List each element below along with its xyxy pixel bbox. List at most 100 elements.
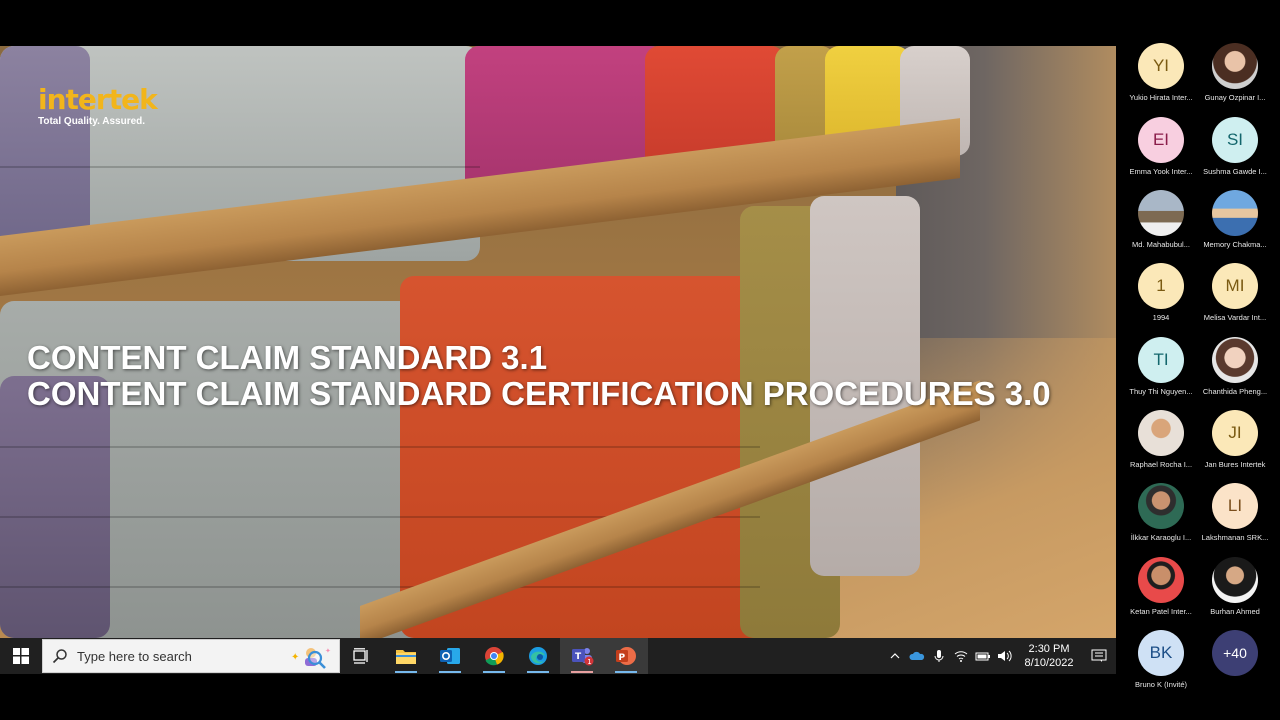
running-indicator	[395, 671, 417, 673]
avatar: JI	[1212, 410, 1258, 456]
teams-badge-count: 1	[587, 658, 591, 666]
windows-logo-icon	[13, 648, 29, 664]
participant-name: İlkkar Karaoglu I...	[1130, 533, 1192, 542]
teams-icon: T 1	[572, 648, 594, 666]
avatar-photo	[1138, 410, 1184, 456]
participant-tile[interactable]: MI Melisa Vardar Int...	[1196, 263, 1274, 335]
participant-name: Bruno K (Invité)	[1134, 680, 1188, 689]
participant-tile[interactable]: Chanthida Pheng...	[1196, 337, 1274, 409]
participant-tile[interactable]: Memory Chakma...	[1196, 190, 1274, 262]
more-participants-count: +40	[1212, 630, 1258, 676]
participants-panel: YI Yukio Hirata Inter... Gunay Ozpinar I…	[1116, 0, 1280, 720]
avatar-photo	[1212, 43, 1258, 89]
taskbar-app-powerpoint[interactable]: P	[604, 638, 648, 674]
avatar: SI	[1212, 117, 1258, 163]
network-tray-button[interactable]	[950, 638, 972, 674]
running-indicator	[483, 671, 505, 673]
taskbar-app-edge[interactable]	[516, 638, 560, 674]
search-icon	[43, 639, 77, 673]
slide-title-line-1: CONTENT CLAIM STANDARD 3.1	[27, 339, 548, 376]
participant-tile[interactable]: İlkkar Karaoglu I...	[1122, 483, 1200, 555]
fold-line	[0, 166, 480, 168]
avatar-photo	[1138, 483, 1184, 529]
volume-tray-button[interactable]	[994, 638, 1016, 674]
participant-tile[interactable]: TI Thuy Thi Nguyen...	[1122, 337, 1200, 409]
taskbar-app-outlook[interactable]	[428, 638, 472, 674]
avatar-photo	[1138, 557, 1184, 603]
avatar: 1	[1138, 263, 1184, 309]
participant-tile[interactable]: Md. Mahabubul...	[1122, 190, 1200, 262]
microphone-icon	[934, 650, 944, 662]
running-indicator	[527, 671, 549, 673]
avatar-photo	[1212, 337, 1258, 383]
edge-icon	[529, 647, 547, 665]
avatar: MI	[1212, 263, 1258, 309]
taskbar-app-chrome[interactable]	[472, 638, 516, 674]
microphone-tray-button[interactable]	[928, 638, 950, 674]
participant-tile[interactable]: Burhan Ahmed	[1196, 557, 1274, 629]
participant-name: Yukio Hirata Inter...	[1129, 93, 1193, 102]
participant-tile[interactable]: Gunay Ozpinar I...	[1196, 43, 1274, 115]
clock-date: 8/10/2022	[1024, 657, 1074, 669]
participant-name: Thuy Thi Nguyen...	[1129, 387, 1193, 396]
chevron-up-icon	[890, 653, 900, 659]
taskbar-app-teams[interactable]: T 1	[560, 638, 604, 674]
avatar-photo	[1212, 557, 1258, 603]
participant-name: Emma Yook Inter...	[1129, 167, 1193, 176]
task-view-icon	[353, 648, 368, 664]
search-highlight-icon[interactable]: ✦ ✦	[285, 644, 331, 675]
logo-wordmark: intertek	[38, 83, 158, 116]
participant-tile[interactable]: 1 1994	[1122, 263, 1200, 335]
powerpoint-icon: P	[616, 647, 636, 665]
participant-tile[interactable]: Raphael Rocha I...	[1122, 410, 1200, 482]
participant-name: Sushma Gawde I...	[1203, 167, 1267, 176]
participant-tile[interactable]: BK Bruno K (Invité)	[1122, 630, 1200, 702]
participant-name: Chanthida Pheng...	[1202, 387, 1268, 396]
more-participants-button[interactable]: +40	[1196, 630, 1274, 702]
participant-tile[interactable]: LI Lakshmanan SRK...	[1196, 483, 1274, 555]
svg-text:✦: ✦	[325, 647, 331, 655]
participant-name: Memory Chakma...	[1203, 240, 1267, 249]
outlook-icon	[440, 648, 460, 664]
intertek-logo: intertek Total Quality. Assured.	[38, 83, 158, 128]
taskbar-clock[interactable]: 2:30 PM 8/10/2022	[1016, 642, 1082, 670]
avatar: TI	[1138, 337, 1184, 383]
running-indicator	[439, 671, 461, 673]
participant-tile[interactable]: Ketan Patel Inter...	[1122, 557, 1200, 629]
show-hidden-icons-button[interactable]	[884, 638, 906, 674]
start-button[interactable]	[0, 638, 42, 674]
participant-name: Gunay Ozpinar I...	[1204, 93, 1266, 102]
battery-icon	[975, 652, 990, 661]
onedrive-tray-button[interactable]	[906, 638, 928, 674]
svg-text:✦: ✦	[291, 652, 299, 663]
folder-icon	[396, 650, 416, 664]
sweater-stack-purple-bottom	[0, 376, 110, 638]
task-view-button[interactable]	[340, 638, 384, 674]
system-tray: 2:30 PM 8/10/2022	[884, 638, 1116, 674]
participant-name: Lakshmanan SRK...	[1201, 533, 1269, 542]
participant-name: Melisa Vardar Int...	[1203, 313, 1267, 322]
fold-line	[0, 586, 760, 588]
slide-title: CONTENT CLAIM STANDARD 3.1 CONTENT CLAIM…	[27, 340, 1051, 412]
participant-tile[interactable]: SI Sushma Gawde I...	[1196, 117, 1274, 189]
battery-tray-button[interactable]	[972, 638, 994, 674]
participant-name: Jan Bures Intertek	[1204, 460, 1266, 469]
speaker-icon	[998, 650, 1012, 662]
participant-tile[interactable]: JI Jan Bures Intertek	[1196, 410, 1274, 482]
participant-name: 1994	[1152, 313, 1170, 322]
svg-text:T: T	[575, 652, 582, 662]
presentation-slide: intertek Total Quality. Assured. CONTENT…	[0, 46, 1116, 638]
windows-taskbar: Type here to search ✦ ✦ T 1 P 2:30 PM 8/…	[0, 638, 1116, 674]
wifi-icon	[954, 651, 968, 662]
logo-tagline: Total Quality. Assured.	[38, 116, 146, 127]
avatar: LI	[1212, 483, 1258, 529]
clock-time: 2:30 PM	[1028, 643, 1070, 655]
avatar: EI	[1138, 117, 1184, 163]
participant-tile[interactable]: YI Yukio Hirata Inter...	[1122, 43, 1200, 115]
notification-center-button[interactable]	[1082, 638, 1116, 674]
taskbar-app-file-explorer[interactable]	[384, 638, 428, 674]
participant-tile[interactable]: EI Emma Yook Inter...	[1122, 117, 1200, 189]
participant-name: Md. Mahabubul...	[1132, 240, 1190, 249]
taskbar-search-box[interactable]: Type here to search ✦ ✦	[42, 639, 340, 673]
participant-name: Raphael Rocha I...	[1129, 460, 1193, 469]
